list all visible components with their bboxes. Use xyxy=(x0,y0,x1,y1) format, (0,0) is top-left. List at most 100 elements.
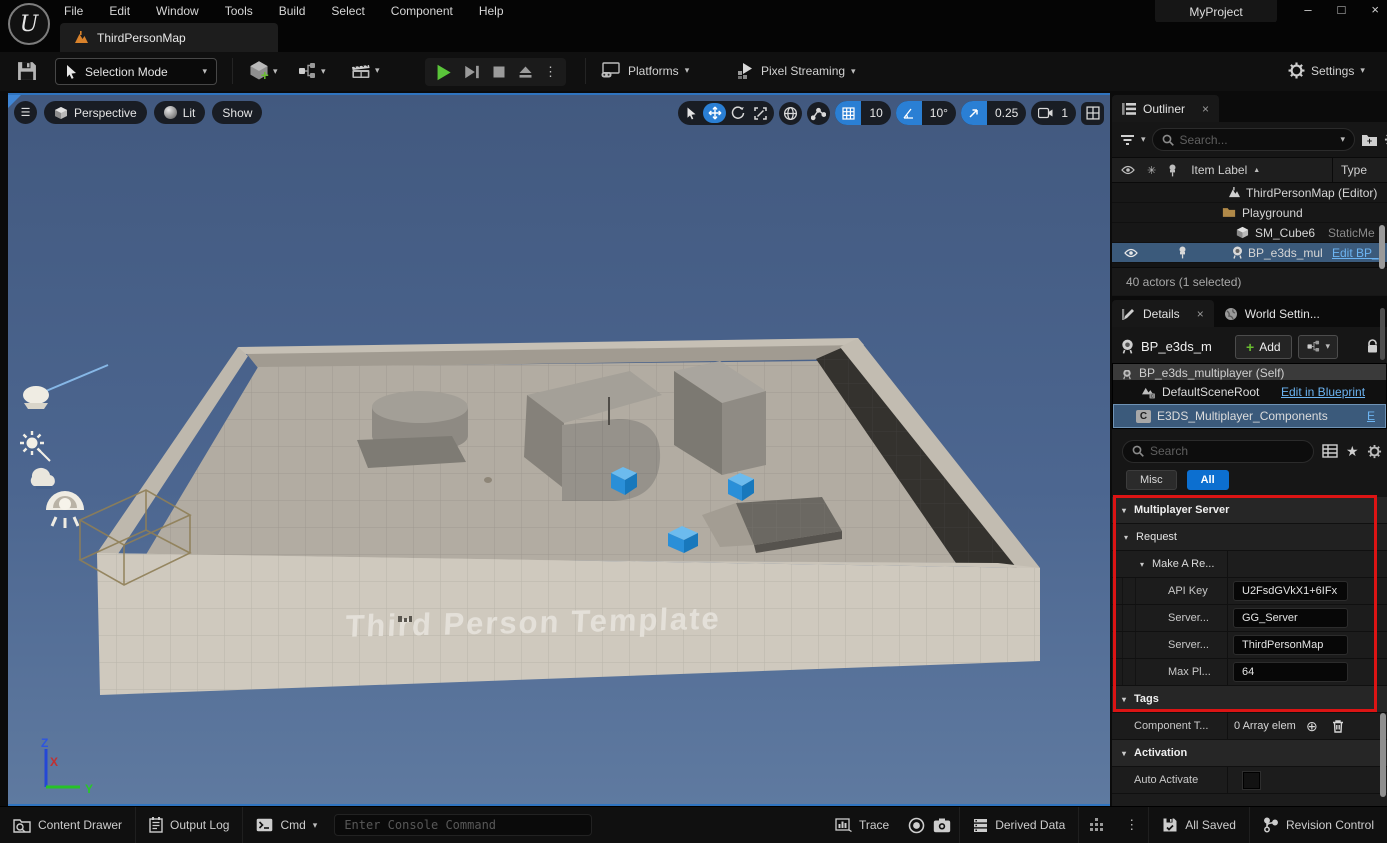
trash-icon[interactable] xyxy=(1332,719,1344,733)
component-row-self[interactable]: BP_e3ds_multiplayer (Self) xyxy=(1113,364,1386,380)
api-key-input[interactable] xyxy=(1234,585,1347,597)
misc-filter-button[interactable]: Misc xyxy=(1126,470,1177,490)
select-tool-icon[interactable] xyxy=(680,103,703,123)
camera-speed-control[interactable]: 1 xyxy=(1031,101,1076,125)
content-drawer-button[interactable]: Content Drawer xyxy=(0,807,135,843)
menu-file[interactable]: File xyxy=(64,4,83,18)
filter-icon[interactable] xyxy=(1120,134,1135,146)
column-type-label[interactable]: Type xyxy=(1332,158,1367,182)
add-component-button[interactable]: + Add xyxy=(1235,335,1292,359)
cylinder-top[interactable] xyxy=(372,391,468,423)
component-tree-scrollbar[interactable] xyxy=(1380,308,1385,360)
column-item-label[interactable]: Item Label xyxy=(1191,163,1247,177)
close-icon[interactable]: × xyxy=(1371,2,1379,17)
blueprints-button[interactable]: ▾ xyxy=(298,62,326,80)
maximize-viewport-icon[interactable] xyxy=(1081,102,1104,125)
record-icon[interactable] xyxy=(908,817,925,834)
add-actor-button[interactable]: + ▾ xyxy=(248,60,278,82)
details-search[interactable] xyxy=(1122,440,1314,463)
screenshot-icon[interactable] xyxy=(933,818,951,833)
add-array-element-icon[interactable]: ⊕ xyxy=(1306,718,1318,735)
outliner-row-blueprint-selected[interactable]: BP_e3ds_mul Edit BP_ xyxy=(1112,243,1387,263)
all-saved-button[interactable]: All Saved xyxy=(1149,807,1249,843)
world-coordinate-icon[interactable] xyxy=(779,102,802,125)
long-box-right[interactable] xyxy=(722,391,766,475)
edit-in-blueprint-link[interactable]: Edit in Blueprint xyxy=(1281,385,1377,399)
play-icon[interactable] xyxy=(434,63,453,82)
auto-activate-checkbox[interactable] xyxy=(1243,772,1260,789)
rotate-tool-icon[interactable] xyxy=(726,103,749,123)
revision-control-button[interactable]: Revision Control xyxy=(1250,807,1387,843)
menu-build[interactable]: Build xyxy=(279,4,306,18)
outliner-scrollbar[interactable] xyxy=(1379,225,1385,269)
edit-link-clipped[interactable]: E xyxy=(1367,409,1375,423)
tab-world-settings[interactable]: World Settin... xyxy=(1214,300,1330,327)
minimize-icon[interactable]: – xyxy=(1304,2,1311,17)
surface-snapping-icon[interactable] xyxy=(807,102,830,125)
cmd-dropdown[interactable]: Cmd ▾ xyxy=(243,807,330,843)
display-filter-icon[interactable] xyxy=(1322,444,1338,458)
pin-icon[interactable] xyxy=(1178,246,1187,259)
cinematics-button[interactable]: ▾ xyxy=(350,61,380,80)
component-row-multiplayer-selected[interactable]: C E3DS_Multiplayer_Components E xyxy=(1113,404,1386,428)
outliner-row-staticmesh[interactable]: SM_Cube6 StaticMe xyxy=(1112,223,1387,243)
outliner-row-level[interactable]: ThirdPersonMap (Editor) xyxy=(1112,183,1387,203)
level-viewport[interactable]: Third Person Template xyxy=(8,93,1110,806)
output-log-button[interactable]: Output Log xyxy=(136,807,242,843)
favorites-star-icon[interactable]: ★ xyxy=(1346,443,1359,460)
component-row-sceneroot[interactable]: C DefaultSceneRoot Edit in Blueprint xyxy=(1113,380,1386,404)
tab-thirdpersonmap[interactable]: ThirdPersonMap xyxy=(60,23,278,52)
blueprint-hierarchy-button[interactable]: ▾ xyxy=(1298,335,1339,359)
more-options-icon[interactable]: ⋮ xyxy=(1125,817,1138,833)
server-input[interactable] xyxy=(1234,612,1347,624)
show-dropdown[interactable]: Show xyxy=(212,101,262,124)
outliner-row-folder[interactable]: Playground xyxy=(1112,203,1387,223)
play-options-icon[interactable]: ⋮ xyxy=(544,64,557,80)
pebble[interactable] xyxy=(484,477,492,483)
menu-component[interactable]: Component xyxy=(391,4,453,18)
tab-details[interactable]: Details × xyxy=(1112,300,1214,327)
details-scrollbar[interactable] xyxy=(1380,713,1386,797)
skip-icon[interactable] xyxy=(463,63,481,81)
edit-bp-link[interactable]: Edit BP_ xyxy=(1332,246,1380,260)
menu-select[interactable]: Select xyxy=(331,4,364,18)
console-input[interactable] xyxy=(344,818,582,832)
menu-help[interactable]: Help xyxy=(479,4,504,18)
max-players-input[interactable] xyxy=(1234,666,1347,678)
pin-column-icon[interactable] xyxy=(1168,164,1177,177)
outliner-search[interactable]: ▾ xyxy=(1152,128,1356,151)
lock-icon[interactable] xyxy=(1366,339,1379,354)
unreal-logo-icon[interactable]: U xyxy=(8,3,50,45)
platforms-dropdown[interactable]: Platforms ▾ xyxy=(600,62,689,79)
menu-tools[interactable]: Tools xyxy=(225,4,253,18)
settings-dropdown[interactable]: Settings ▾ xyxy=(1288,62,1365,79)
selection-mode-dropdown[interactable]: Selection Mode ▾ xyxy=(55,58,217,85)
perspective-dropdown[interactable]: Perspective xyxy=(44,101,147,124)
category-multiplayer-server[interactable]: ▾ Multiplayer Server xyxy=(1112,497,1387,524)
all-filter-button[interactable]: All xyxy=(1187,470,1229,490)
category-tags[interactable]: ▾ Tags xyxy=(1112,686,1387,713)
close-icon[interactable]: × xyxy=(1197,307,1204,321)
grid-snap-control[interactable]: 10 xyxy=(835,101,890,125)
menu-edit[interactable]: Edit xyxy=(109,4,130,18)
scale-tool-icon[interactable] xyxy=(749,103,772,123)
stop-icon[interactable] xyxy=(491,64,507,80)
save-icon[interactable] xyxy=(16,60,38,82)
angle-snap-control[interactable]: 10° xyxy=(896,101,956,125)
derived-data-button[interactable]: Derived Data xyxy=(960,807,1078,843)
favorite-column-icon[interactable]: ✳ xyxy=(1147,164,1156,177)
close-icon[interactable]: × xyxy=(1202,102,1209,116)
console-command-field[interactable] xyxy=(334,814,592,836)
lit-dropdown[interactable]: Lit xyxy=(154,101,206,124)
scale-snap-control[interactable]: 0.25 xyxy=(961,101,1026,125)
details-search-input[interactable] xyxy=(1150,444,1304,458)
menu-window[interactable]: Window xyxy=(156,4,199,18)
category-activation[interactable]: ▾ Activation xyxy=(1112,740,1387,767)
details-settings-icon[interactable] xyxy=(1367,444,1382,459)
tab-outliner[interactable]: Outliner × xyxy=(1112,95,1219,122)
category-make-a-request[interactable]: ▾ Make A Re... xyxy=(1112,551,1387,578)
category-request[interactable]: ▾ Request xyxy=(1112,524,1387,551)
visibility-column-icon[interactable] xyxy=(1121,165,1135,175)
sort-asc-icon[interactable]: ▲ xyxy=(1253,167,1260,174)
new-folder-icon[interactable]: + xyxy=(1361,133,1378,147)
